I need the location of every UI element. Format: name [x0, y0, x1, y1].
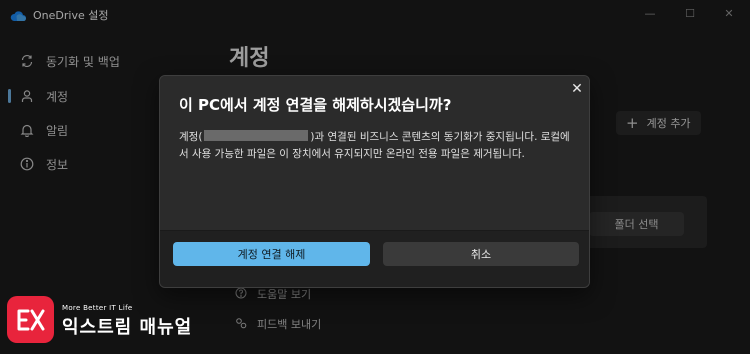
unlink-account-dialog: ✕ 이 PC에서 계정 연결을 해제하시겠습니까? 계정()과 연결된 비즈니스… [159, 75, 590, 288]
dialog-close-button[interactable]: ✕ [569, 81, 585, 97]
watermark-tagline: More Better IT Life [62, 304, 133, 312]
watermark-name: 익스트림 매뉴얼 [62, 317, 193, 338]
watermark-logo [7, 296, 54, 343]
dialog-message: 계정()과 연결된 비즈니스 콘텐츠의 동기화가 중지됩니다. 로컬에서 사용 … [179, 129, 574, 163]
redacted-account-email [204, 130, 309, 141]
dialog-title: 이 PC에서 계정 연결을 해제하시겠습니까? [179, 96, 452, 114]
cancel-button[interactable]: 취소 [383, 242, 579, 266]
dialog-message-prefix: 계정( [179, 131, 203, 143]
unlink-account-button[interactable]: 계정 연결 해제 [173, 242, 370, 266]
